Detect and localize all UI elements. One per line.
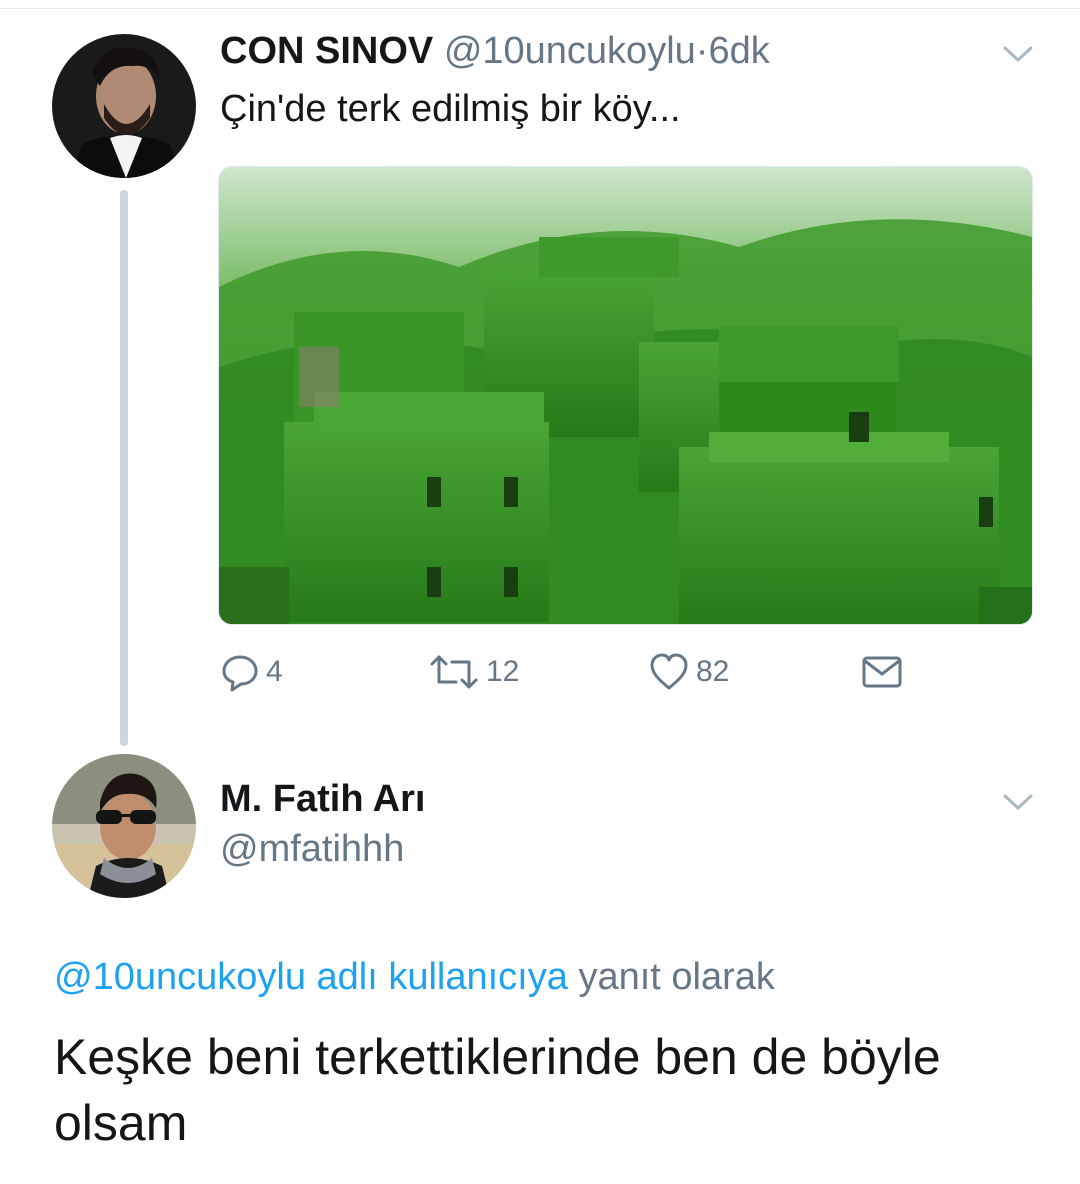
retweet-icon <box>430 655 478 689</box>
reply-action[interactable]: 4 <box>220 652 283 692</box>
speech-bubble-icon <box>222 655 258 692</box>
like-count: 82 <box>696 655 730 688</box>
separator-dot: · <box>695 30 709 72</box>
tweet-text: Çin'de terk edilmiş bir köy... <box>220 88 681 130</box>
reply-user-handle[interactable]: @mfatihhh <box>220 828 404 871</box>
tweet-image[interactable] <box>218 166 1033 625</box>
envelope-icon <box>862 656 902 688</box>
heart-icon <box>650 653 688 690</box>
dm-action[interactable] <box>860 652 904 692</box>
top-divider <box>0 0 1080 9</box>
replying-to-link[interactable]: @10uncukoylu adlı kullanıcıya <box>54 956 568 998</box>
avatar-m-fatih-ari[interactable] <box>52 754 196 898</box>
avatar-con-sinov[interactable] <box>52 34 196 178</box>
chevron-down-icon[interactable] <box>1000 42 1036 66</box>
replying-to-suffix: yanıt olarak <box>578 956 775 998</box>
tweet-actions: 4 12 82 <box>0 652 1080 702</box>
display-name[interactable]: CON SINOV <box>220 30 433 72</box>
reply-count: 4 <box>266 655 283 688</box>
replying-to-context: @10uncukoylu adlı kullanıcıya yanıt olar… <box>54 956 775 999</box>
retweet-count: 12 <box>486 655 520 688</box>
chevron-down-icon[interactable] <box>1000 790 1036 814</box>
reply-tweet-text: Keşke beni terkettiklerinde ben de böyle… <box>54 1029 941 1151</box>
tweet-time[interactable]: 6dk <box>708 30 769 72</box>
tweet-header: CON SINOV @10uncukoylu·6dk <box>220 30 770 73</box>
user-handle[interactable]: @10uncukoylu <box>444 30 696 72</box>
reply-display-name[interactable]: M. Fatih Arı <box>220 778 425 821</box>
like-action[interactable]: 82 <box>648 652 729 692</box>
retweet-action[interactable]: 12 <box>428 652 519 692</box>
